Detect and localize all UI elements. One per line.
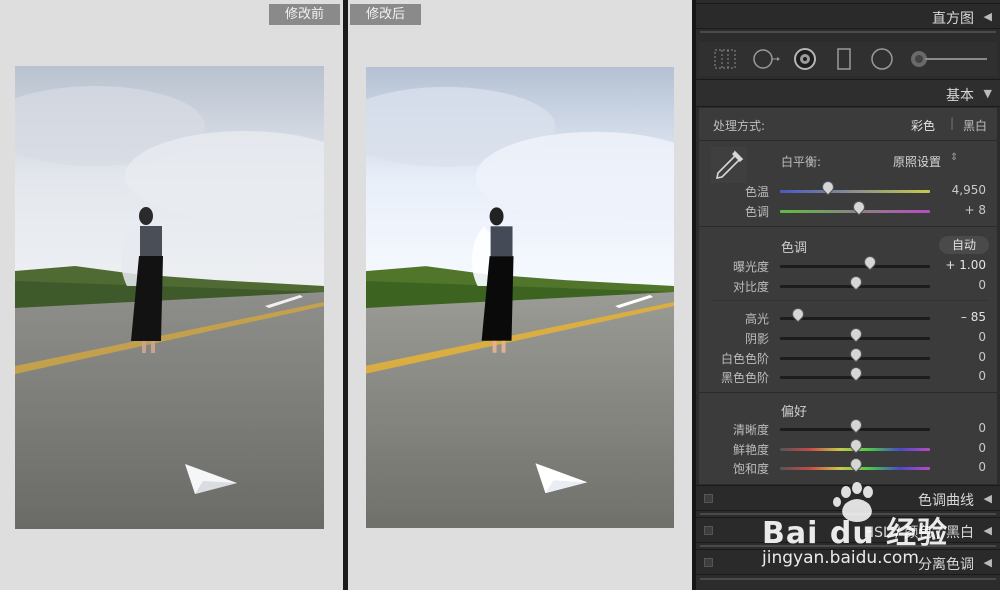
collapse-left-icon: ◀ [983, 492, 992, 505]
temp-slider-track[interactable] [780, 190, 930, 193]
white-balance-select[interactable]: 原照设置 [893, 153, 941, 170]
contrast-label: 对比度 [732, 280, 769, 294]
clarity-label: 清晰度 [732, 423, 769, 437]
after-label: 修改后 [350, 4, 422, 25]
presence-title: 偏好 [781, 405, 808, 420]
contrast-value[interactable]: 0 [926, 278, 986, 292]
section-bar [700, 578, 996, 580]
treatment-separator: | [950, 116, 955, 130]
tone-curve-title: 色调曲线 [918, 493, 974, 509]
auto-button[interactable]: 自动 [939, 236, 989, 254]
whites-label: 白色色阶 [720, 352, 769, 366]
whites-value[interactable]: 0 [926, 350, 986, 364]
before-label: 修改前 [268, 4, 340, 25]
panel-toggle-icon[interactable] [704, 558, 713, 567]
saturation-label: 饱和度 [732, 462, 769, 476]
shadows-label: 阴影 [744, 332, 769, 346]
histogram-header[interactable]: 直方图 ◀ [696, 3, 1000, 29]
divider [699, 392, 997, 393]
collapse-left-icon: ◀ [983, 10, 992, 23]
panel-toggle-icon[interactable] [704, 526, 713, 535]
photo-scene [366, 67, 674, 528]
red-eye-icon[interactable] [792, 46, 818, 72]
before-photo [15, 66, 324, 529]
treatment-label: 处理方式: [713, 119, 766, 133]
saturation-value[interactable]: 0 [926, 460, 986, 474]
temp-value[interactable]: 4,950 [926, 183, 986, 197]
treatment-color-button[interactable]: 彩色 [911, 117, 935, 134]
radial-filter-icon[interactable] [869, 46, 895, 72]
tone-title: 色调 [781, 241, 808, 256]
tint-label: 色调 [744, 205, 769, 219]
exposure-label: 曝光度 [732, 260, 769, 274]
treatment-bw-button[interactable]: 黑白 [963, 117, 987, 134]
vibrance-label: 鲜艳度 [732, 443, 769, 457]
tone-curve-header[interactable]: 色调曲线 ◀ [696, 485, 1000, 511]
highlights-value[interactable]: – 85 [926, 310, 986, 324]
photo-scene [15, 66, 324, 529]
collapse-left-icon: ◀ [983, 556, 992, 569]
divider [712, 300, 988, 301]
tint-value[interactable]: + 8 [926, 203, 986, 217]
hsl-header[interactable]: HSL / 颜色 / 黑白 ◀ [696, 517, 1000, 543]
histogram-bar [700, 31, 996, 33]
exposure-slider-track[interactable] [780, 265, 930, 268]
crop-grid-icon[interactable] [712, 46, 738, 72]
basic-title: 基本 [946, 88, 974, 104]
vibrance-value[interactable]: 0 [926, 441, 986, 455]
adjustment-brush-icon[interactable] [907, 46, 992, 72]
exposure-value[interactable]: + 1.00 [926, 258, 986, 272]
highlights-label: 高光 [744, 312, 769, 326]
divider [699, 140, 997, 141]
spot-removal-icon[interactable] [751, 46, 780, 72]
before-view: 修改前 [0, 0, 343, 590]
panel-toggle-icon[interactable] [704, 494, 713, 503]
select-arrows-icon: ⇕ [950, 152, 959, 163]
section-bar [700, 545, 996, 547]
basic-header[interactable]: 基本 ▼ [696, 79, 1000, 107]
blacks-label: 黑色色阶 [720, 371, 769, 385]
split-toning-header[interactable]: 分离色调 ◀ [696, 549, 1000, 575]
graduated-filter-icon[interactable] [831, 46, 857, 72]
blacks-value[interactable]: 0 [926, 369, 986, 383]
tool-strip [699, 42, 997, 76]
clarity-value[interactable]: 0 [926, 421, 986, 435]
collapse-down-icon: ▼ [983, 87, 992, 100]
white-balance-label: 白平衡: [781, 155, 822, 169]
collapse-left-icon: ◀ [983, 524, 992, 537]
hsl-title: HSL / 颜色 / 黑白 [863, 525, 974, 541]
after-photo [366, 67, 674, 528]
after-view: 修改后 [348, 0, 692, 590]
histogram-title: 直方图 [932, 11, 974, 27]
shadows-value[interactable]: 0 [926, 330, 986, 344]
temp-label: 色温 [744, 185, 769, 199]
split-toning-title: 分离色调 [918, 557, 974, 573]
section-bar [700, 513, 996, 515]
divider [699, 226, 997, 227]
eyedropper-icon[interactable] [710, 146, 748, 184]
